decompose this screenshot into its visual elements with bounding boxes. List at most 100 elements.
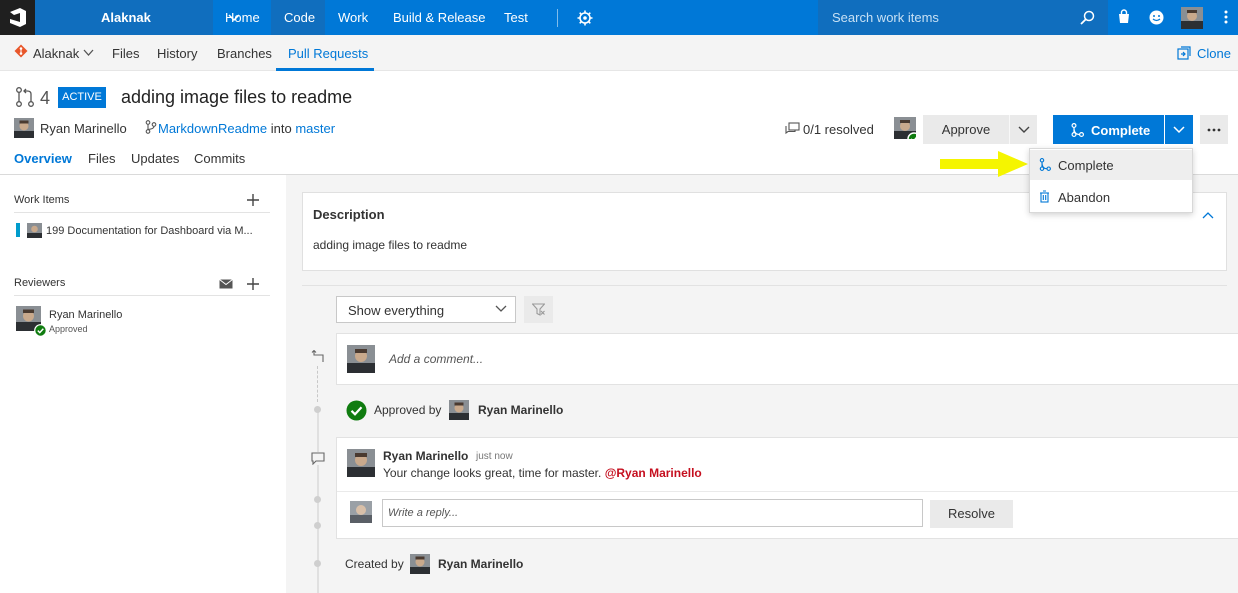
timeline-dot <box>314 560 321 567</box>
work-item-link[interactable]: 199 Documentation for Dashboard via M... <box>46 225 253 237</box>
approver-avatar <box>449 400 469 420</box>
repo-selector[interactable]: Alaknak <box>33 46 79 61</box>
merge-icon <box>1039 158 1051 171</box>
user-avatar[interactable] <box>1181 7 1203 29</box>
feedback-smile-icon[interactable] <box>1148 9 1165 26</box>
mail-icon[interactable] <box>219 279 233 289</box>
author-name[interactable]: Ryan Marinello <box>40 121 127 136</box>
work-item-assignee-avatar <box>27 223 42 238</box>
more-vertical-icon[interactable] <box>1219 9 1233 25</box>
divider <box>337 491 1238 492</box>
add-icon[interactable] <box>247 278 259 290</box>
comment-body: Your change looks great, time for master… <box>383 466 702 480</box>
comment-icon <box>311 452 325 465</box>
pull-request-icon <box>16 87 34 107</box>
clone-button[interactable]: Clone <box>1197 46 1231 61</box>
chevron-down-icon <box>1018 126 1030 133</box>
tab-updates[interactable]: Updates <box>131 151 179 166</box>
repo-subnav: Alaknak Files History Branches Pull Requ… <box>0 35 1238 71</box>
page-title: adding image files to readme <box>121 87 353 107</box>
created-by-label: Created by <box>345 557 404 571</box>
description-text: adding image files to readme <box>313 238 468 252</box>
tab-files[interactable]: Files <box>88 151 115 166</box>
marketplace-bag-icon[interactable] <box>1116 9 1132 25</box>
branch-icon <box>145 120 157 134</box>
menu-item-label: Abandon <box>1058 190 1111 205</box>
clone-icon[interactable] <box>1177 46 1191 60</box>
timeline-connector <box>317 366 318 402</box>
approve-dropdown-button[interactable] <box>1009 115 1037 144</box>
add-icon[interactable] <box>247 194 259 206</box>
chevron-up-icon[interactable] <box>1202 211 1214 219</box>
filter-button[interactable] <box>524 296 553 323</box>
active-tab-underline <box>276 68 374 71</box>
divider <box>14 212 270 213</box>
chevron-down-icon[interactable] <box>83 49 94 57</box>
current-user-avatar <box>350 501 372 523</box>
comment-author[interactable]: Ryan Marinello <box>383 449 468 463</box>
tab-overview[interactable]: Overview <box>14 151 72 166</box>
highlight-arrow-icon <box>940 151 1028 177</box>
git-repo-icon <box>14 44 28 58</box>
chevron-down-icon <box>495 305 507 312</box>
complete-options-menu: Complete Abandon <box>1029 148 1193 213</box>
hub-home[interactable]: Home <box>225 10 260 25</box>
search-icon[interactable] <box>1080 10 1095 25</box>
vsts-logo[interactable] <box>0 0 35 35</box>
add-comment-input[interactable]: Add a comment... <box>389 352 483 366</box>
project-switcher[interactable]: Alaknak <box>35 0 240 35</box>
subnav-pull-requests[interactable]: Pull Requests <box>288 46 368 61</box>
resolve-button[interactable]: Resolve <box>930 500 1013 528</box>
reviewer-vote: Approved <box>49 324 88 334</box>
pr-number: 4 <box>40 88 51 108</box>
work-items-header: Work Items <box>14 194 70 206</box>
chevron-down-icon <box>1173 126 1185 134</box>
subnav-branches[interactable]: Branches <box>217 46 272 61</box>
comments-icon <box>785 122 800 135</box>
branch-line: MarkdownReadme into master <box>158 121 335 136</box>
timeline-dot <box>314 496 321 503</box>
subnav-files[interactable]: Files <box>112 46 139 61</box>
hub-build-release[interactable]: Build & Release <box>393 10 486 25</box>
menu-item-abandon[interactable]: Abandon <box>1030 182 1192 212</box>
new-comment-card[interactable]: Add a comment... <box>336 333 1238 385</box>
new-comment-icon <box>311 350 324 362</box>
current-user-avatar <box>347 345 375 373</box>
more-actions-button[interactable] <box>1200 115 1228 144</box>
project-name: Alaknak <box>101 10 151 25</box>
menu-item-complete[interactable]: Complete <box>1030 150 1192 180</box>
tab-commits[interactable]: Commits <box>194 151 245 166</box>
comment-thread-card: Ryan Marinello just now Your change look… <box>336 437 1238 539</box>
complete-dropdown-button[interactable] <box>1165 115 1193 144</box>
hub-test[interactable]: Test <box>504 10 528 25</box>
hub-code[interactable]: Code <box>284 10 315 25</box>
comment-text: Your change looks great, time for master… <box>383 466 602 480</box>
pr-sidebar <box>0 175 286 593</box>
approved-check-icon <box>34 324 47 337</box>
creator-name[interactable]: Ryan Marinello <box>438 557 523 571</box>
reviewers-header: Reviewers <box>14 277 66 289</box>
logo-icon <box>10 8 26 27</box>
gear-icon[interactable] <box>577 10 593 26</box>
activity-filter-select[interactable]: Show everything <box>336 296 516 323</box>
mention-link[interactable]: @Ryan Marinello <box>605 466 702 480</box>
target-branch-link[interactable]: master <box>295 121 335 136</box>
hub-work[interactable]: Work <box>338 10 368 25</box>
search-input[interactable]: Search work items <box>832 10 939 25</box>
reply-input[interactable]: Write a reply... <box>382 499 923 527</box>
more-horizontal-icon <box>1207 128 1221 132</box>
work-item-type-bar <box>16 223 20 237</box>
reviewer-name[interactable]: Ryan Marinello <box>49 309 122 321</box>
subnav-history[interactable]: History <box>157 46 197 61</box>
trash-icon <box>1040 190 1049 203</box>
filter-icon <box>532 303 545 316</box>
approver-name[interactable]: Ryan Marinello <box>478 403 563 417</box>
creator-avatar <box>410 554 430 574</box>
complete-button[interactable]: Complete <box>1053 115 1164 144</box>
comment-timestamp: just now <box>476 451 513 462</box>
source-branch-link[interactable]: MarkdownReadme <box>158 121 267 136</box>
reviewer-avatar <box>894 117 916 139</box>
approve-button[interactable]: Approve <box>923 115 1009 144</box>
filter-value: Show everything <box>348 303 445 318</box>
nav-divider <box>557 9 558 27</box>
